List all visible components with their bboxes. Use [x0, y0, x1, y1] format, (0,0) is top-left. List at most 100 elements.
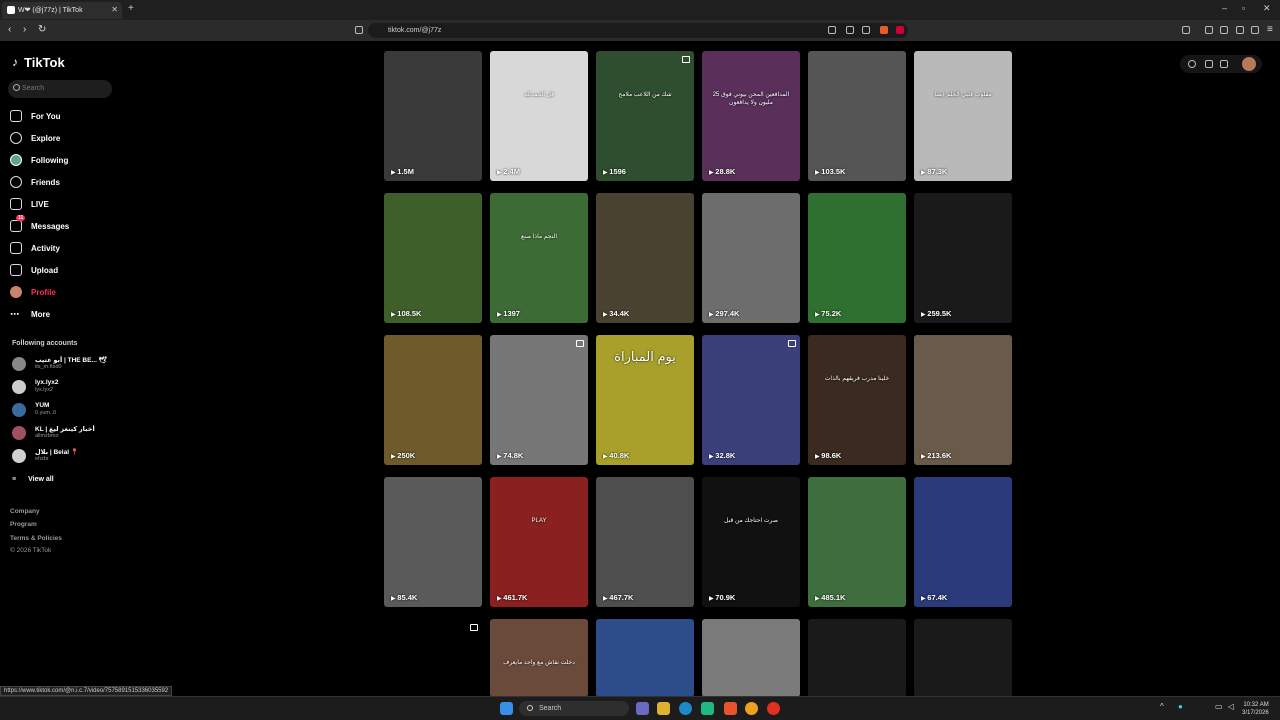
video-tile[interactable]: النجم ماذا صنع 1397 — [490, 193, 588, 323]
account-handle: 0.yum..0 — [35, 410, 57, 416]
video-tile[interactable]: 297.4K — [702, 193, 800, 323]
nav-profile[interactable]: Profile — [10, 285, 56, 299]
video-tile[interactable]: 467.7K — [596, 477, 694, 607]
nav-more[interactable]: ⋯ More — [10, 307, 50, 321]
account-item[interactable]: lyx.lyx2 lyx.lyx2 — [12, 377, 112, 397]
video-tile[interactable]: PLAY 461.7K — [490, 477, 588, 607]
video-tile[interactable]: دخلت نقاش مع واحد مايعرف — [490, 619, 588, 697]
view-all-button[interactable]: ≡ View all — [12, 476, 54, 483]
view-count: 1596 — [603, 167, 626, 176]
search-input[interactable]: Search — [8, 80, 112, 98]
video-caption: المدافعين المحن بيوني فوق 25 مليون ولا ي… — [712, 92, 790, 106]
video-tile[interactable] — [808, 619, 906, 697]
brave-icon[interactable] — [724, 702, 737, 715]
tiktok-logo[interactable]: TikTok — [12, 55, 65, 70]
mobile-icon[interactable] — [1205, 60, 1213, 68]
footer-terms[interactable]: Terms & Policies — [10, 535, 62, 542]
chrome-icon[interactable] — [745, 702, 758, 715]
nav-activity[interactable]: Activity — [10, 241, 60, 255]
brave-shield-icon[interactable] — [880, 26, 888, 34]
rewards-icon[interactable] — [896, 26, 904, 34]
windows-start-icon[interactable] — [500, 702, 513, 715]
video-tile[interactable]: المدافعين المحن بيوني فوق 25 مليون ولا ي… — [702, 51, 800, 181]
screenshot-icon[interactable] — [846, 26, 854, 34]
footer-company[interactable]: Company — [10, 508, 40, 515]
download-icon[interactable] — [1220, 60, 1228, 68]
video-tile[interactable]: صرت احتاجك من قبل 70.9K — [702, 477, 800, 607]
following-accounts-title: Following accounts — [12, 340, 78, 347]
forward-icon[interactable]: › — [23, 24, 26, 35]
video-tile[interactable] — [384, 619, 482, 697]
nav-friends[interactable]: Friends — [10, 175, 60, 189]
taskbar-search[interactable]: Search — [519, 701, 629, 716]
file-explorer-icon[interactable] — [657, 702, 670, 715]
account-item[interactable]: بلال | Belal 📍 ehzbr — [12, 446, 112, 466]
nav-live[interactable]: LIVE — [10, 197, 49, 211]
video-tile[interactable]: 250K — [384, 335, 482, 465]
extension-icon[interactable] — [1251, 26, 1259, 34]
mic-icon[interactable]: ● — [1178, 702, 1183, 711]
nav-upload[interactable]: Upload — [10, 263, 58, 277]
bookmark-icon[interactable] — [355, 26, 363, 34]
close-tab-icon[interactable]: ✕ — [111, 5, 118, 14]
address-bar[interactable]: tiktok.com/@j77z — [368, 23, 908, 38]
video-tile[interactable]: يوم المباراة 40.8K — [596, 335, 694, 465]
share-icon[interactable] — [862, 26, 870, 34]
video-tile[interactable]: 259.5K — [914, 193, 1012, 323]
new-tab-icon[interactable]: + — [128, 3, 134, 14]
network-icon[interactable]: ▭ — [1215, 702, 1223, 711]
video-tile[interactable]: 74.8K — [490, 335, 588, 465]
video-tile[interactable]: 485.1K — [808, 477, 906, 607]
back-icon[interactable]: ‹ — [8, 24, 11, 35]
reader-icon[interactable] — [1205, 26, 1213, 34]
nav-label: Profile — [31, 287, 56, 297]
video-tile[interactable] — [596, 619, 694, 697]
maximize-icon[interactable]: ▫ — [1242, 3, 1245, 13]
account-name: بلال | Belal 📍 — [35, 449, 79, 456]
video-tile[interactable]: خلينا مدرب فريقهم بالذات 98.6K — [808, 335, 906, 465]
video-tile[interactable]: 213.6K — [914, 335, 1012, 465]
wallet-icon[interactable] — [1220, 26, 1228, 34]
reload-icon[interactable]: ↻ — [38, 24, 46, 35]
minimize-icon[interactable]: – — [1222, 3, 1227, 13]
nav-for-you[interactable]: For You — [10, 109, 60, 123]
compass-icon[interactable] — [1188, 60, 1196, 68]
copilot-icon[interactable] — [636, 702, 649, 715]
app-icon[interactable] — [767, 702, 780, 715]
video-tile[interactable]: 75.2K — [808, 193, 906, 323]
view-count: 32.8K — [709, 451, 735, 460]
user-avatar[interactable] — [1242, 57, 1256, 71]
close-window-icon[interactable]: ✕ — [1263, 3, 1271, 14]
volume-icon[interactable]: ◁ — [1228, 702, 1234, 711]
nav-explore[interactable]: Explore — [10, 131, 60, 145]
video-tile[interactable]: 85.4K — [384, 477, 482, 607]
video-tile[interactable]: قل الحمدلله 2.4M — [490, 51, 588, 181]
video-tile[interactable] — [702, 619, 800, 697]
video-tile[interactable]: 1.5M — [384, 51, 482, 181]
footer-program[interactable]: Program — [10, 521, 37, 528]
video-tile[interactable]: مقلوب قلبي الحلم ايضا 87.3K — [914, 51, 1012, 181]
account-item[interactable]: KL | أخبار كينغز ليغ allmzbmo — [12, 423, 112, 443]
video-tile[interactable]: 108.5K — [384, 193, 482, 323]
system-clock[interactable]: 10:32 AM 3/17/2026 — [1242, 701, 1269, 717]
nav-messages[interactable]: 11 Messages — [10, 215, 69, 233]
sidebar-toggle-icon[interactable] — [1182, 26, 1190, 34]
video-tile[interactable]: 67.4K — [914, 477, 1012, 607]
account-item[interactable]: أبو عتيب | THE BE... 🕊 its_m.ftsd0 — [12, 354, 112, 374]
edge-icon[interactable] — [679, 702, 692, 715]
account-item[interactable]: YUM 0.yum..0 — [12, 400, 112, 420]
tray-chevron-icon[interactable]: ^ — [1160, 702, 1164, 711]
photo-carousel-icon — [682, 56, 690, 63]
nav-following[interactable]: Following — [10, 153, 68, 167]
cast-icon[interactable] — [828, 26, 836, 34]
video-tile[interactable]: شك من اللاعب ملامح 1596 — [596, 51, 694, 181]
app-icon[interactable] — [701, 702, 714, 715]
friends-icon — [10, 176, 22, 188]
video-tile[interactable]: 34.4K — [596, 193, 694, 323]
menu-icon[interactable]: ≡ — [1267, 24, 1273, 35]
browser-tab[interactable]: W❤ (@j77z) | TikTok ✕ — [2, 2, 122, 19]
video-tile[interactable] — [914, 619, 1012, 697]
video-tile[interactable]: 32.8K — [702, 335, 800, 465]
vpn-icon[interactable] — [1236, 26, 1244, 34]
video-tile[interactable]: 103.5K — [808, 51, 906, 181]
